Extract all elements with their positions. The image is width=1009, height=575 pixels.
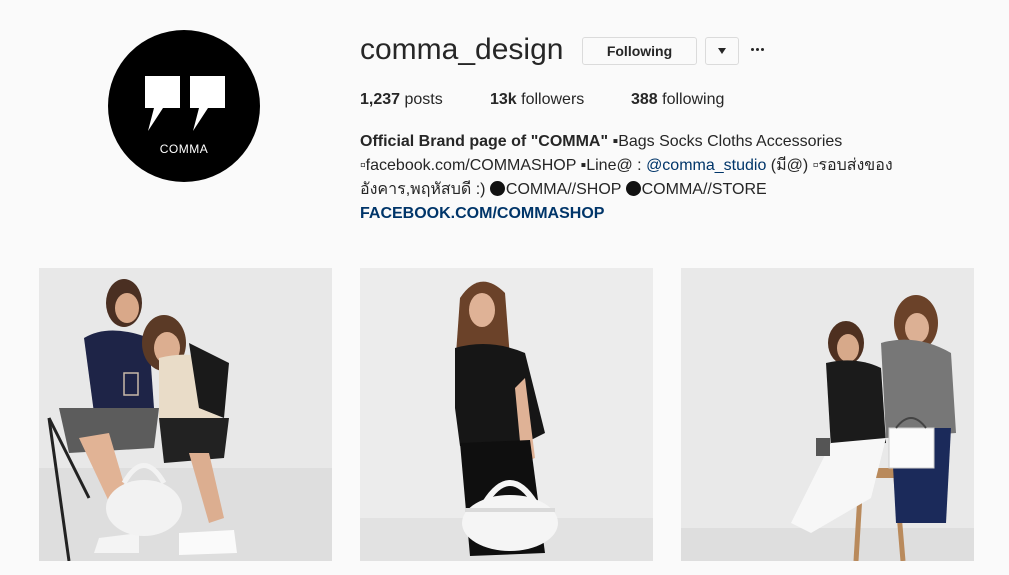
following-button[interactable]: Following [582, 37, 697, 65]
bio-line-4: FACEBOOK.COM/COMMASHOP [360, 202, 920, 226]
bio-website-link[interactable]: FACEBOOK.COM/COMMASHOP [360, 205, 604, 222]
more-options-icon-dot [761, 48, 764, 51]
profile-username: comma_design [360, 33, 564, 66]
bio-line3-text-a: อังคาร,พฤหัสบดี :) [360, 181, 490, 198]
following-count: 388 [631, 91, 658, 108]
black-circle-icon [489, 181, 505, 196]
bio-line3-text-c: COMMA//STORE [641, 181, 767, 198]
post-photo-3 [681, 268, 974, 561]
following-label: following [657, 91, 725, 108]
post-photo-1 [39, 268, 332, 561]
black-circle-icon [625, 181, 641, 196]
followers-label: followers [516, 91, 585, 108]
post-thumbnail-3[interactable] [681, 268, 974, 561]
bio-line2-text-b: (มี@) ▫รอบส่งของ [766, 157, 893, 174]
posts-stat: 1,237 posts [360, 90, 443, 110]
avatar-logo-text: COMMA [159, 142, 209, 156]
more-options-button[interactable] [748, 38, 768, 62]
profile-avatar[interactable]: COMMA [108, 30, 260, 182]
post-thumbnail-1[interactable] [39, 268, 332, 561]
bio-mention-link[interactable]: @comma_studio [646, 157, 766, 174]
quote-marks-logo-icon [145, 76, 225, 131]
posts-count: 1,237 [360, 91, 401, 108]
more-options-icon [751, 48, 754, 51]
bio-line1-text: ▪Bags Socks Cloths Accessories [608, 133, 843, 150]
post-thumbnail-2[interactable] [360, 268, 653, 561]
bio-line2-text-a: ▫facebook.com/COMMASHOP ▪Line@ : [360, 157, 647, 174]
bio-line-1: Official Brand page of "COMMA" ▪Bags Soc… [360, 130, 920, 154]
bio-line-3: อังคาร,พฤหัสบดี :) COMMA//SHOP COMMA//ST… [360, 178, 920, 202]
bio-line3-text-b: COMMA//SHOP [505, 181, 626, 198]
profile-page: COMMA comma_design Following 1,237 posts… [0, 0, 1009, 575]
post-photo-2 [360, 268, 653, 561]
followers-count: 13k [490, 91, 517, 108]
bio-line-2: ▫facebook.com/COMMASHOP ▪Line@ : @comma_… [360, 154, 920, 178]
profile-bio: Official Brand page of "COMMA" ▪Bags Soc… [360, 130, 920, 226]
chevron-down-icon [718, 48, 726, 54]
bio-name: Official Brand page of "COMMA" [360, 133, 609, 150]
suggestions-dropdown-button[interactable] [705, 37, 739, 65]
followers-stat[interactable]: 13k followers [490, 90, 584, 110]
following-stat[interactable]: 388 following [631, 90, 724, 110]
posts-label: posts [400, 91, 443, 108]
more-options-icon-dot [756, 48, 759, 51]
